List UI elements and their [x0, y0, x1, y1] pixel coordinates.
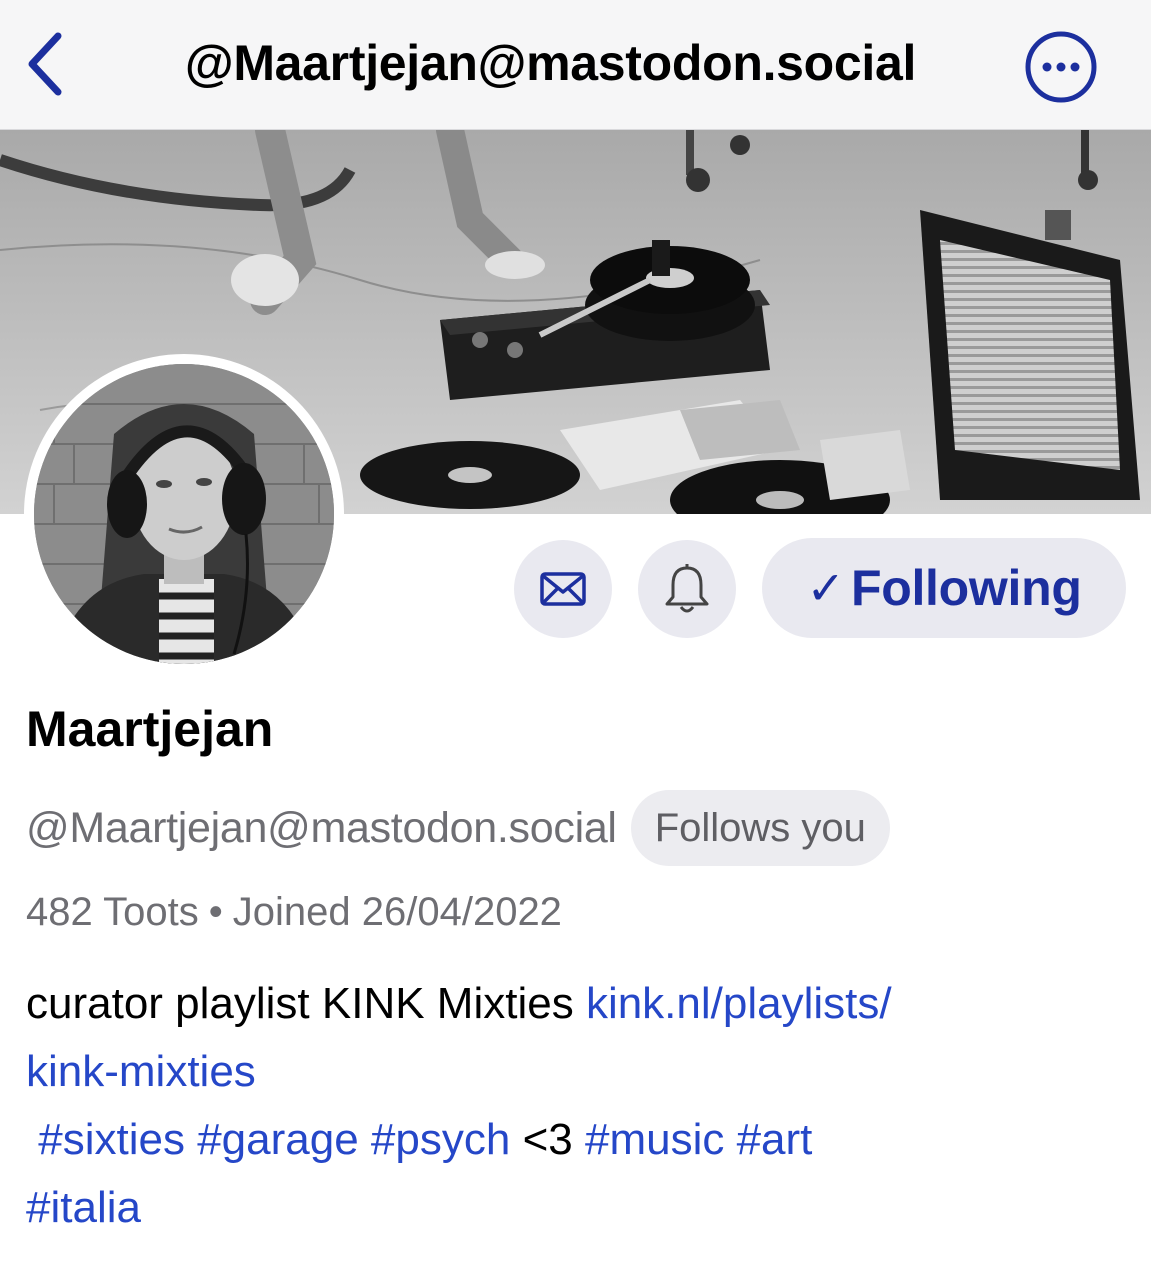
envelope-icon [540, 572, 586, 606]
hashtag-link[interactable]: #music [585, 1115, 724, 1164]
notify-button[interactable] [638, 540, 736, 638]
hashtag-link[interactable]: #psych [371, 1115, 510, 1164]
page-title: @Maartjejan@mastodon.social [184, 35, 917, 91]
follows-you-badge: Follows you [630, 790, 890, 866]
joined-date: Joined 26/04/2022 [232, 890, 562, 934]
bio-text: curator playlist KINK Mixties [26, 979, 586, 1028]
avatar-photo [34, 364, 334, 664]
back-button[interactable] [20, 28, 76, 100]
heart-text: <3 [522, 1115, 573, 1164]
checkmark-icon: ✓ [806, 562, 845, 614]
hashtag-link[interactable]: #garage [197, 1115, 358, 1164]
chevron-left-icon [28, 32, 62, 96]
handle-row: @Maartjejan@mastodon.social Follows you [26, 788, 890, 868]
following-button[interactable]: ✓ Following [762, 538, 1126, 638]
direct-message-button[interactable] [514, 540, 612, 638]
display-name: Maartjejan [26, 701, 274, 757]
account-handle: @Maartjejan@mastodon.social [26, 803, 617, 852]
separator-dot: • [208, 890, 223, 934]
avatar[interactable] [24, 354, 344, 674]
following-label: Following [850, 560, 1082, 616]
navigation-bar: @Maartjejan@mastodon.social [0, 0, 1151, 130]
toots-count[interactable]: 482 Toots [26, 890, 199, 934]
hashtag-link[interactable]: #art [737, 1115, 813, 1164]
more-options-button[interactable] [1024, 30, 1098, 104]
hashtag-link[interactable]: #italia [26, 1183, 141, 1232]
profile-stats: 482 Toots • Joined 26/04/2022 [26, 890, 562, 935]
ellipsis-circle-icon [1025, 31, 1097, 103]
hashtag-link[interactable]: #sixties [38, 1115, 185, 1164]
profile-bio: curator playlist KINK Mixties kink.nl/pl… [26, 970, 1126, 1242]
bell-icon [665, 564, 709, 613]
